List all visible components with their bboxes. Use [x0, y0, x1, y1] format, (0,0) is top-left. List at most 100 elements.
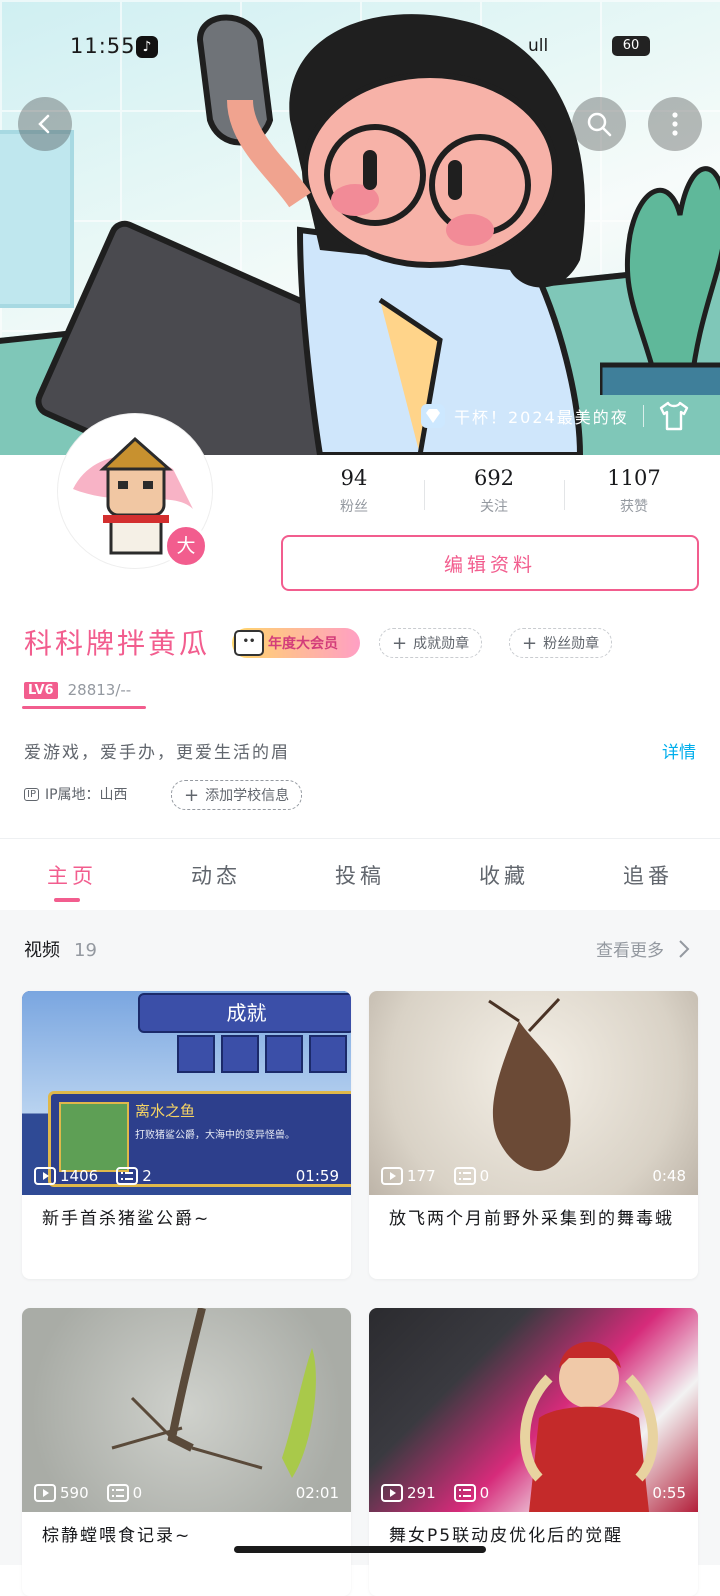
play-icon — [381, 1167, 403, 1185]
ip-location-text: IP属地：山西 — [44, 787, 128, 803]
chevron-left-icon — [38, 114, 50, 134]
video-meta: 291 0 0:55 — [381, 1484, 686, 1502]
video-thumbnail: 成就 离水之鱼 打败猪鲨公爵，大海中的变异怪兽。 — [22, 991, 351, 1195]
more-menu-button[interactable] — [648, 97, 702, 151]
thumb-achievement-name: 离水之鱼 — [135, 1102, 196, 1120]
videos-section-header: 视频 19 — [24, 936, 97, 962]
danmaku-icon — [116, 1167, 139, 1185]
play-count: 291 — [381, 1484, 436, 1502]
thumb-icons — [177, 1035, 351, 1075]
video-title: 放飞两个月前野外采集到的舞毒蛾 — [389, 1209, 674, 1229]
thumb-slot — [265, 1035, 303, 1073]
video-duration: 02:01 — [295, 1484, 339, 1502]
tiktok-icon: ♪ — [136, 36, 158, 58]
suit-label: 干杯！2024最美的夜 — [454, 408, 629, 427]
view-more-button[interactable]: 查看更多 — [596, 936, 694, 961]
tab-home[interactable]: 主页 — [0, 840, 144, 910]
profile-banner[interactable]: 11:55 ♪ ull 60 干杯！2024最美的夜 — [0, 0, 720, 455]
plus-icon: + — [522, 632, 538, 654]
back-button[interactable] — [18, 97, 72, 151]
play-count-text: 590 — [60, 1484, 89, 1502]
play-icon — [34, 1484, 56, 1502]
thumb-pig-icon — [59, 1102, 129, 1172]
vip-badge[interactable]: •• 年度大会员 — [232, 628, 360, 658]
video-title: 新手首杀猪鲨公爵~ — [42, 1209, 211, 1229]
stat-value: 1107 — [607, 466, 661, 490]
stat-label: 关注 — [480, 499, 508, 515]
play-count: 590 — [34, 1484, 89, 1502]
video-duration: 01:59 — [295, 1167, 339, 1185]
level-tag: LV6 — [24, 681, 58, 699]
level-row[interactable]: LV6 28813/-- — [24, 681, 131, 699]
comment-count-text: 0 — [132, 1484, 143, 1502]
play-icon — [381, 1484, 403, 1502]
play-count-text: 291 — [407, 1484, 436, 1502]
thumb-achievement-header: 成就 — [138, 993, 351, 1033]
play-icon — [34, 1167, 56, 1185]
plus-icon: + — [184, 784, 200, 806]
status-bar: 11:55 ♪ ull 60 — [0, 34, 720, 64]
videos-title: 视频 — [24, 940, 60, 961]
chevron-right-icon — [679, 939, 690, 958]
stat-fans[interactable]: 94 粉丝 — [284, 466, 424, 526]
detail-link[interactable]: 详情 — [662, 738, 696, 763]
tab-favorites[interactable]: 收藏 — [432, 840, 576, 910]
profile-tabs: 主页 动态 投稿 收藏 追番 — [0, 840, 720, 910]
stat-following[interactable]: 692 关注 — [424, 466, 564, 526]
home-content: 视频 19 查看更多 成就 离水之鱼 打败猪鲨公爵，大海中的变异怪兽。 1406 … — [0, 910, 720, 1596]
search-button[interactable] — [572, 97, 626, 151]
ip-location: IP IP属地：山西 — [24, 784, 128, 804]
add-school-button[interactable]: + 添加学校信息 — [171, 780, 303, 810]
danmaku-icon — [453, 1167, 476, 1185]
thumb-slot — [221, 1035, 259, 1073]
achievement-medal-button[interactable]: + 成就勋章 — [379, 628, 483, 658]
stat-value: 692 — [473, 466, 515, 490]
ip-icon: IP — [24, 787, 39, 801]
battery-icon: 60 — [612, 36, 650, 56]
tab-anime[interactable]: 追番 — [576, 840, 720, 910]
more-vertical-icon — [672, 112, 678, 136]
fans-medal-button[interactable]: + 粉丝勋章 — [509, 628, 613, 658]
danmaku-icon — [453, 1484, 476, 1502]
comment-count: 0 — [453, 1484, 489, 1502]
videos-count: 19 — [74, 940, 97, 961]
stat-likes[interactable]: 1107 获赞 — [564, 466, 704, 526]
edit-profile-button[interactable]: 编辑资料 — [281, 535, 699, 591]
medal-label: 成就勋章 — [413, 636, 470, 652]
video-thumbnail — [369, 1308, 698, 1512]
stat-label: 获赞 — [620, 499, 648, 515]
banner-board — [0, 130, 74, 308]
tv-icon: •• — [234, 630, 264, 656]
level-exp: 28813/-- — [67, 681, 132, 699]
stat-label: 粉丝 — [340, 499, 368, 515]
play-count: 177 — [381, 1167, 436, 1185]
user-bio: 爱游戏，爱手办，更爱生活的眉 — [24, 743, 290, 763]
thumb-character — [520, 1341, 658, 1512]
video-card[interactable]: 177 0 0:48 放飞两个月前野外采集到的舞毒蛾 — [369, 991, 698, 1279]
suit-divider — [642, 405, 644, 427]
comment-count-text: 2 — [142, 1167, 152, 1185]
home-indicator[interactable] — [234, 1546, 486, 1553]
thumb-slot — [177, 1035, 215, 1073]
tshirt-icon[interactable] — [658, 401, 690, 431]
vip-label: 年度大会员 — [268, 636, 338, 652]
comment-count-text: 0 — [479, 1167, 490, 1185]
profile-stats: 94 粉丝 692 关注 1107 获赞 — [284, 466, 704, 526]
video-meta: 1406 2 01:59 — [34, 1167, 339, 1185]
video-duration: 0:55 — [652, 1484, 686, 1502]
video-card[interactable]: 成就 离水之鱼 打败猪鲨公爵，大海中的变异怪兽。 1406 2 01:59 新手… — [22, 991, 351, 1279]
video-duration: 0:48 — [652, 1167, 686, 1185]
video-thumbnail — [22, 1308, 351, 1512]
suit-badge[interactable]: 干杯！2024最美的夜 — [414, 392, 720, 440]
thumb-slot — [309, 1035, 347, 1073]
view-more-label: 查看更多 — [596, 941, 664, 961]
tab-dynamics[interactable]: 动态 — [144, 840, 288, 910]
play-count: 1406 — [34, 1167, 98, 1185]
stat-value: 94 — [340, 466, 368, 490]
diamond-icon — [421, 404, 445, 428]
thumb-moth — [488, 997, 571, 1171]
divider — [0, 838, 720, 839]
tab-uploads[interactable]: 投稿 — [288, 840, 432, 910]
danmaku-icon — [106, 1484, 129, 1502]
signal-icon: ull — [528, 36, 549, 56]
